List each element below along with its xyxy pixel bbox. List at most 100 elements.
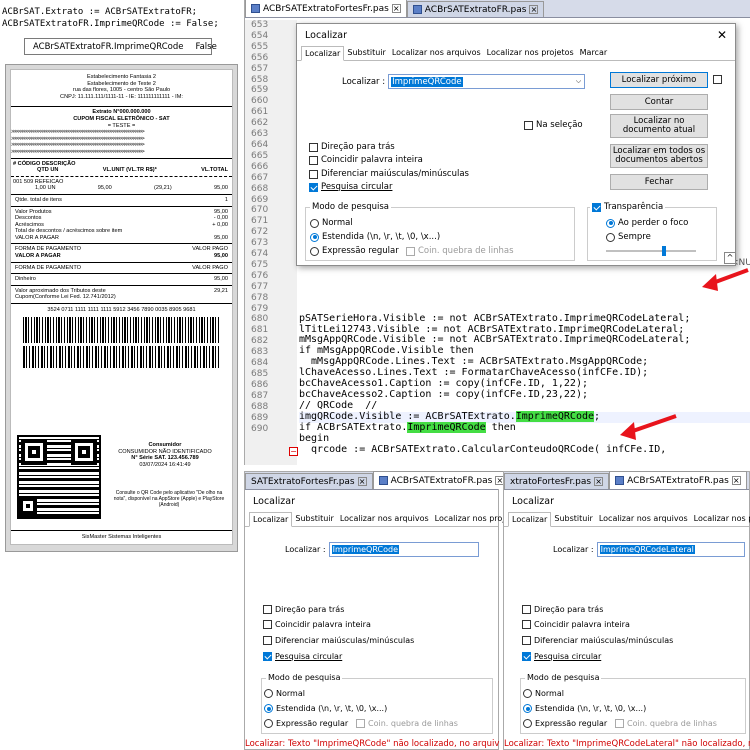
- option-backward[interactable]: Direção para trás: [309, 142, 395, 152]
- checkbox[interactable]: [309, 155, 318, 165]
- close-button[interactable]: Fechar: [610, 174, 708, 190]
- checkbox[interactable]: [263, 636, 272, 645]
- chevron-down-icon[interactable]: ⌵: [576, 77, 581, 86]
- mode-normal[interactable]: Normal: [264, 689, 305, 698]
- radio[interactable]: [523, 689, 532, 698]
- dialog-tab[interactable]: Localizar nos projetos: [484, 46, 577, 60]
- find-input[interactable]: ImprimeQRCodeLateral: [596, 542, 745, 557]
- pin-checkbox[interactable]: [713, 75, 722, 84]
- find-all-documents-button[interactable]: Localizar em todos os documentos abertos: [610, 144, 708, 168]
- dialog-tab[interactable]: Localizar: [249, 512, 293, 527]
- mode-extended[interactable]: Estendida (\n, \r, \t, \0, \x...): [523, 704, 646, 713]
- payment-header-2: FORMA DE PAGAMENTO VALOR PAGO: [11, 265, 232, 272]
- mode-extended[interactable]: Estendida (\n, \r, \t, \0, \x...): [264, 704, 387, 713]
- checkbox[interactable]: [522, 605, 531, 614]
- dialog-tab[interactable]: Marcar: [577, 46, 611, 60]
- option-match-case[interactable]: Diferenciar maiúsculas/minúsculas: [263, 636, 414, 645]
- radio[interactable]: [264, 704, 273, 713]
- checkbox[interactable]: [615, 719, 624, 728]
- transparency-always[interactable]: Sempre: [606, 232, 651, 242]
- dialog-tab[interactable]: Substituir: [344, 46, 388, 60]
- checkbox[interactable]: [522, 652, 531, 661]
- mode-regex[interactable]: Expressão regular: [310, 246, 399, 256]
- mode-normal[interactable]: Normal: [310, 218, 353, 228]
- count-button[interactable]: Contar: [610, 94, 708, 110]
- checkbox[interactable]: [522, 620, 531, 629]
- radio[interactable]: [310, 246, 319, 256]
- dialog-tab[interactable]: Localizar nos arquivos: [596, 512, 691, 526]
- checkbox[interactable]: [406, 246, 415, 256]
- dialog-tab[interactable]: Localizar: [301, 46, 345, 61]
- dialog-tab[interactable]: Localizar nos p: [691, 512, 750, 526]
- option-whole-word[interactable]: Coincidir palavra inteira: [263, 620, 371, 629]
- checkbox[interactable]: [309, 142, 318, 152]
- option-whole-word[interactable]: Coincidir palavra inteira: [522, 620, 630, 629]
- option-wrap[interactable]: Pesquisa circular: [309, 182, 392, 192]
- close-icon[interactable]: ×: [594, 477, 604, 486]
- radio[interactable]: [264, 689, 273, 698]
- mode-regex[interactable]: Expressão regular: [523, 719, 607, 728]
- tab-file-fortes[interactable]: SATExtratoFortesFr.pas ×: [245, 473, 373, 489]
- checkbox[interactable]: [522, 636, 531, 645]
- option-backward[interactable]: Direção para trás: [522, 605, 603, 614]
- checkbox[interactable]: [263, 652, 272, 661]
- radio[interactable]: [310, 232, 319, 242]
- dialog-tab[interactable]: Localizar nos arquivos: [389, 46, 484, 60]
- transparency-option[interactable]: Transparência: [590, 202, 666, 212]
- tab-file-fortes[interactable]: ACBrSATExtratoFortesFr.pas ×: [245, 0, 407, 17]
- close-icon[interactable]: ×: [357, 477, 367, 486]
- option-newline[interactable]: Coin. quebra de linhas: [406, 246, 514, 256]
- radio[interactable]: [606, 232, 615, 242]
- radio[interactable]: [310, 218, 319, 228]
- radio[interactable]: [606, 218, 615, 228]
- checkbox[interactable]: [592, 202, 601, 212]
- find-in-document-button[interactable]: Localizar no documento atual: [610, 114, 708, 138]
- slider-thumb[interactable]: [662, 246, 666, 256]
- option-match-case[interactable]: Diferenciar maiúsculas/minúsculas: [309, 169, 469, 179]
- dialog-tab[interactable]: Localizar: [508, 512, 552, 527]
- transparency-on-lose-focus[interactable]: Ao perder o foco: [606, 218, 688, 228]
- property-value[interactable]: False: [195, 42, 216, 52]
- option-newline[interactable]: Coin. quebra de linhas: [615, 719, 717, 728]
- find-input[interactable]: ImprimeQRCode: [328, 542, 479, 557]
- checkbox[interactable]: [309, 182, 318, 192]
- option-whole-word[interactable]: Coincidir palavra inteira: [309, 155, 423, 165]
- group-title: Modo de pesquisa: [310, 202, 391, 212]
- mode-normal[interactable]: Normal: [523, 689, 564, 698]
- close-icon[interactable]: ×: [731, 476, 741, 485]
- option-match-case[interactable]: Diferenciar maiúsculas/minúsculas: [522, 636, 673, 645]
- dialog-tab[interactable]: Localizar nos proj: [432, 512, 508, 526]
- option-newline[interactable]: Coin. quebra de linhas: [356, 719, 458, 728]
- checkbox[interactable]: [524, 120, 533, 130]
- dialog-tab[interactable]: Substituir: [292, 512, 336, 526]
- radio[interactable]: [264, 719, 273, 728]
- close-icon[interactable]: ×: [529, 5, 539, 14]
- fold-icon[interactable]: −: [289, 447, 298, 456]
- checkbox[interactable]: [263, 605, 272, 614]
- option-backward[interactable]: Direção para trás: [263, 605, 344, 614]
- radio[interactable]: [523, 719, 532, 728]
- close-icon[interactable]: ✕: [717, 28, 727, 42]
- collapse-icon[interactable]: ^: [724, 252, 736, 264]
- option-wrap[interactable]: Pesquisa circular: [263, 652, 342, 661]
- tab-file-fr[interactable]: ACBrSATExtratoFR.pas ×: [406, 1, 545, 17]
- find-input[interactable]: ImprimeQRCode ⌵: [388, 74, 586, 89]
- mode-regex[interactable]: Expressão regular: [264, 719, 348, 728]
- checkbox[interactable]: [309, 169, 318, 179]
- mode-extended[interactable]: Estendida (\n, \r, \t, \0, \x...): [310, 232, 440, 242]
- dialog-tab[interactable]: Localizar nos arquivos: [337, 512, 432, 526]
- in-selection-option[interactable]: Na seleção: [524, 120, 583, 130]
- tab-file-fortes[interactable]: xtratoFortesFr.pas ×: [504, 473, 610, 489]
- checkbox[interactable]: [356, 719, 365, 728]
- option-label: Direção para trás: [321, 142, 395, 152]
- transparency-slider[interactable]: [606, 246, 696, 256]
- option-wrap[interactable]: Pesquisa circular: [522, 652, 601, 661]
- close-icon[interactable]: ×: [391, 4, 401, 13]
- tab-file-fr[interactable]: ACBrSATExtratoFR.pas ×: [372, 471, 511, 489]
- find-next-button[interactable]: Localizar próximo: [610, 72, 708, 88]
- tab-file-fr[interactable]: ACBrSATExtratoFR.pas ×: [609, 471, 747, 489]
- property-row[interactable]: ACBrSATExtratoFR.ImprimeQRCode False: [24, 38, 217, 55]
- checkbox[interactable]: [263, 620, 272, 629]
- dialog-tab[interactable]: Substituir: [551, 512, 595, 526]
- radio[interactable]: [523, 704, 532, 713]
